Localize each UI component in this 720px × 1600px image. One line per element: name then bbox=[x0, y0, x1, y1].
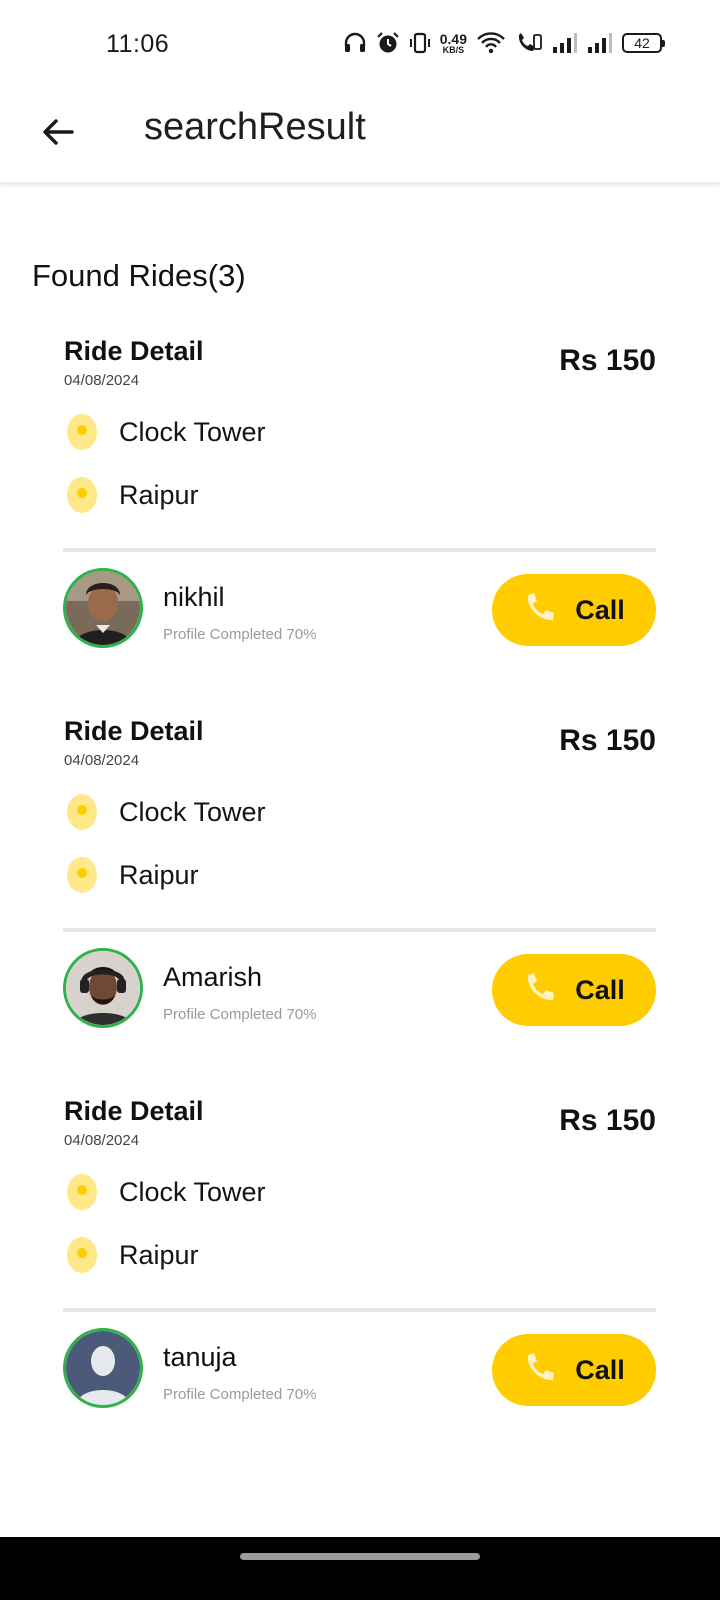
status-icons: 0.49 KB/S 42 bbox=[343, 31, 665, 55]
ride-card[interactable]: Ride Detail 04/08/2024 Rs 150 Clock Towe… bbox=[63, 1096, 656, 1426]
drop-location: Raipur bbox=[63, 1236, 199, 1274]
ride-date: 04/08/2024 bbox=[64, 1132, 140, 1149]
battery-indicator: 42 bbox=[622, 33, 665, 53]
results-heading: Found Rides(3) bbox=[32, 258, 246, 293]
ride-date: 04/08/2024 bbox=[64, 752, 140, 769]
call-button[interactable]: Call bbox=[492, 574, 656, 646]
location-pin-icon bbox=[63, 856, 101, 894]
drop-text: Raipur bbox=[119, 479, 199, 510]
pickup-text: Clock Tower bbox=[119, 1176, 266, 1207]
avatar[interactable] bbox=[63, 1328, 143, 1408]
divider bbox=[63, 548, 656, 552]
ride-detail-label: Ride Detail bbox=[64, 1096, 204, 1126]
headphones-icon bbox=[343, 31, 367, 55]
pickup-location: Clock Tower bbox=[63, 1173, 266, 1211]
ride-price: Rs 150 bbox=[559, 1104, 656, 1137]
profile-status: Profile Completed 70% bbox=[163, 1386, 317, 1403]
ride-price: Rs 150 bbox=[559, 344, 656, 377]
arrow-left-icon bbox=[40, 114, 76, 155]
drop-location: Raipur bbox=[63, 476, 199, 514]
page-title: searchResult bbox=[144, 106, 366, 148]
call-button[interactable]: Call bbox=[492, 954, 656, 1026]
ride-price: Rs 150 bbox=[559, 724, 656, 757]
pickup-location: Clock Tower bbox=[63, 793, 266, 831]
phone-icon bbox=[523, 1351, 557, 1390]
profile-status: Profile Completed 70% bbox=[163, 1006, 317, 1023]
wifi-calling-icon bbox=[515, 31, 543, 55]
phone-icon bbox=[523, 591, 557, 630]
drop-text: Raipur bbox=[119, 859, 199, 890]
ride-detail-label: Ride Detail bbox=[64, 336, 204, 366]
status-time: 11:06 bbox=[106, 30, 170, 58]
driver-name: tanuja bbox=[163, 1342, 237, 1372]
app-bar: searchResult bbox=[0, 92, 720, 183]
ride-card[interactable]: Ride Detail 04/08/2024 Rs 150 Clock Towe… bbox=[63, 716, 656, 1046]
signal-icon bbox=[587, 32, 613, 54]
pickup-location: Clock Tower bbox=[63, 413, 266, 451]
drop-location: Raipur bbox=[63, 856, 199, 894]
network-speed-value: 0.49 bbox=[439, 30, 467, 47]
ride-card[interactable]: Ride Detail 04/08/2024 Rs 150 Clock Towe… bbox=[63, 336, 656, 666]
home-gesture-handle[interactable] bbox=[240, 1553, 480, 1560]
alarm-icon bbox=[376, 31, 400, 55]
profile-status: Profile Completed 70% bbox=[163, 626, 317, 643]
driver-name: nikhil bbox=[163, 582, 225, 612]
call-label: Call bbox=[575, 594, 625, 625]
ride-detail-label: Ride Detail bbox=[64, 716, 204, 746]
location-pin-icon bbox=[63, 413, 101, 451]
location-pin-icon bbox=[63, 1173, 101, 1211]
system-nav-bar bbox=[0, 1537, 720, 1600]
divider bbox=[63, 1308, 656, 1312]
pickup-text: Clock Tower bbox=[119, 416, 266, 447]
location-pin-icon bbox=[63, 476, 101, 514]
call-button[interactable]: Call bbox=[492, 1334, 656, 1406]
avatar[interactable] bbox=[63, 568, 143, 648]
ride-date: 04/08/2024 bbox=[64, 372, 140, 389]
driver-name: Amarish bbox=[163, 962, 263, 992]
network-speed-unit: KB/S bbox=[442, 44, 465, 55]
divider bbox=[63, 928, 656, 932]
status-bar: 11:06 0.49 KB/S 42 bbox=[0, 0, 720, 92]
network-speed: 0.49 KB/S bbox=[440, 32, 467, 55]
signal-icon bbox=[552, 32, 578, 54]
battery-level: 42 bbox=[634, 35, 650, 51]
call-label: Call bbox=[575, 974, 625, 1005]
location-pin-icon bbox=[63, 1236, 101, 1274]
vibrate-icon bbox=[409, 31, 431, 55]
drop-text: Raipur bbox=[119, 1239, 199, 1270]
phone-icon bbox=[523, 971, 557, 1010]
wifi-icon bbox=[476, 31, 506, 55]
pickup-text: Clock Tower bbox=[119, 796, 266, 827]
avatar[interactable] bbox=[63, 948, 143, 1028]
call-label: Call bbox=[575, 1354, 625, 1385]
location-pin-icon bbox=[63, 793, 101, 831]
back-button[interactable] bbox=[36, 112, 80, 156]
